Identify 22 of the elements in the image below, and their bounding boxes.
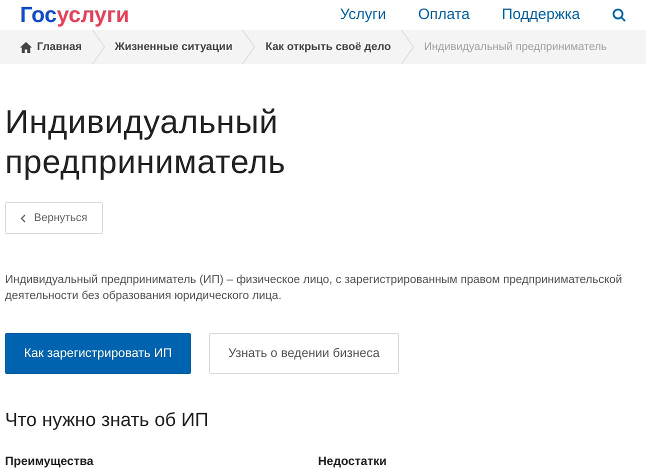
breadcrumb-separator [92, 30, 105, 64]
logo[interactable]: Госуслуги [20, 4, 130, 26]
action-button[interactable]: Как зарегистрировать ИП [5, 333, 191, 374]
page-title: Индивидуальный предприниматель [5, 102, 287, 182]
home-icon [20, 42, 32, 52]
back-button[interactable]: Вернуться [5, 202, 103, 234]
breadcrumb-link[interactable]: Жизненные ситуации [114, 38, 232, 56]
nav-link[interactable]: Услуги [340, 4, 386, 26]
breadcrumb-separator [400, 30, 414, 64]
breadcrumb-separator [242, 30, 256, 64]
action-button[interactable]: Узнать о ведении бизнеса [209, 333, 399, 374]
description: Индивидуальный предприниматель (ИП) – физическое лицо, с зарегистрированным правом предпринимательской деятельности без образования юридического лица. [5, 273, 624, 304]
current-page-label: Индивидуальный предприниматель [424, 40, 607, 55]
search-icon[interactable] [612, 8, 626, 22]
breadcrumb-link[interactable]: Как открыть своё дело [265, 38, 391, 56]
nav-link[interactable]: Оплата [418, 4, 470, 26]
breadcrumb-link[interactable]: Главная [20, 38, 82, 56]
nav-link[interactable]: Поддержка [502, 4, 580, 26]
column-heading: Преимущества [5, 452, 94, 468]
chevron-left-icon [20, 214, 26, 222]
column-heading: Недостатки [318, 452, 388, 468]
section-title: Что нужно знать об ИП [5, 409, 210, 433]
